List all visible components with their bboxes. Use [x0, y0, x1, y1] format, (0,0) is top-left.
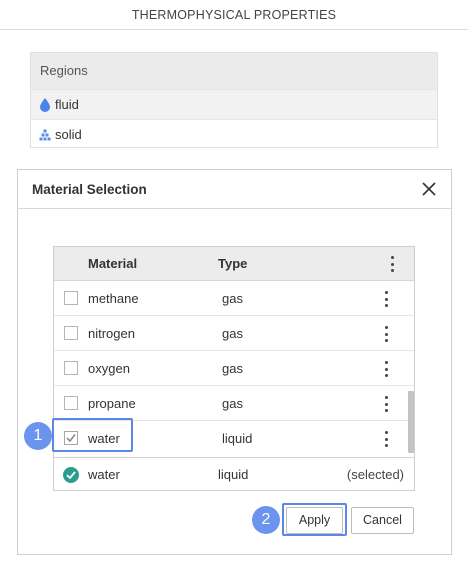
row-menu-icon[interactable]	[384, 326, 388, 342]
page-title: THERMOPHYSICAL PROPERTIES	[0, 0, 468, 30]
check-circle-icon	[63, 467, 79, 486]
step-badge-1: 1	[24, 422, 52, 450]
row-menu-icon[interactable]	[384, 431, 388, 447]
region-item-fluid[interactable]: fluid	[31, 89, 437, 119]
material-cell: water	[88, 431, 120, 446]
row-checkbox[interactable]	[64, 326, 78, 340]
droplet-icon	[39, 97, 51, 112]
column-header-material[interactable]: Material	[88, 256, 137, 271]
material-cell: methane	[88, 291, 139, 306]
cancel-button[interactable]: Cancel	[351, 507, 414, 534]
dialog-title: Material Selection	[32, 181, 147, 197]
row-checkbox-checked[interactable]	[64, 431, 78, 445]
region-item-solid[interactable]: solid	[31, 119, 437, 149]
row-checkbox[interactable]	[64, 291, 78, 305]
dialog-header: Material Selection	[18, 170, 451, 209]
selected-type: liquid	[218, 467, 249, 482]
material-cell: propane	[88, 396, 136, 411]
type-cell: gas	[222, 396, 243, 411]
type-cell: gas	[222, 361, 243, 376]
row-checkbox[interactable]	[64, 396, 78, 410]
row-menu-icon[interactable]	[384, 361, 388, 377]
check-icon	[66, 434, 76, 443]
row-checkbox[interactable]	[64, 361, 78, 375]
column-menu-icon[interactable]	[390, 256, 394, 272]
step-badge-2: 2	[252, 506, 280, 534]
regions-panel: Regions fluid solid	[30, 52, 438, 148]
table-row[interactable]: nitrogen gas	[54, 316, 414, 351]
material-cell: nitrogen	[88, 326, 135, 341]
grid-scrollbar[interactable]	[408, 391, 414, 453]
table-row[interactable]: methane gas	[54, 281, 414, 316]
table-row[interactable]: water liquid	[54, 421, 414, 456]
selected-material-row: water liquid (selected)	[54, 457, 414, 491]
solid-blocks-icon	[39, 128, 51, 142]
table-row[interactable]: oxygen gas	[54, 351, 414, 386]
apply-button[interactable]: Apply	[286, 507, 343, 534]
selected-status: (selected)	[346, 467, 404, 482]
region-item-label: fluid	[55, 97, 79, 112]
table-row[interactable]: propane gas	[54, 386, 414, 421]
material-cell: oxygen	[88, 361, 130, 376]
close-icon[interactable]	[419, 179, 439, 199]
material-selection-dialog: Material Selection Material Type methane…	[17, 169, 452, 555]
region-item-label: solid	[55, 127, 82, 142]
column-header-type[interactable]: Type	[218, 256, 247, 271]
type-cell: gas	[222, 291, 243, 306]
regions-header: Regions	[31, 53, 437, 89]
row-menu-icon[interactable]	[384, 396, 388, 412]
selected-material: water	[88, 467, 120, 482]
materials-grid: Material Type methane gas nitrogen gas o…	[53, 246, 415, 491]
type-cell: gas	[222, 326, 243, 341]
grid-header: Material Type	[54, 247, 414, 281]
type-cell: liquid	[222, 431, 253, 446]
row-menu-icon[interactable]	[384, 291, 388, 307]
